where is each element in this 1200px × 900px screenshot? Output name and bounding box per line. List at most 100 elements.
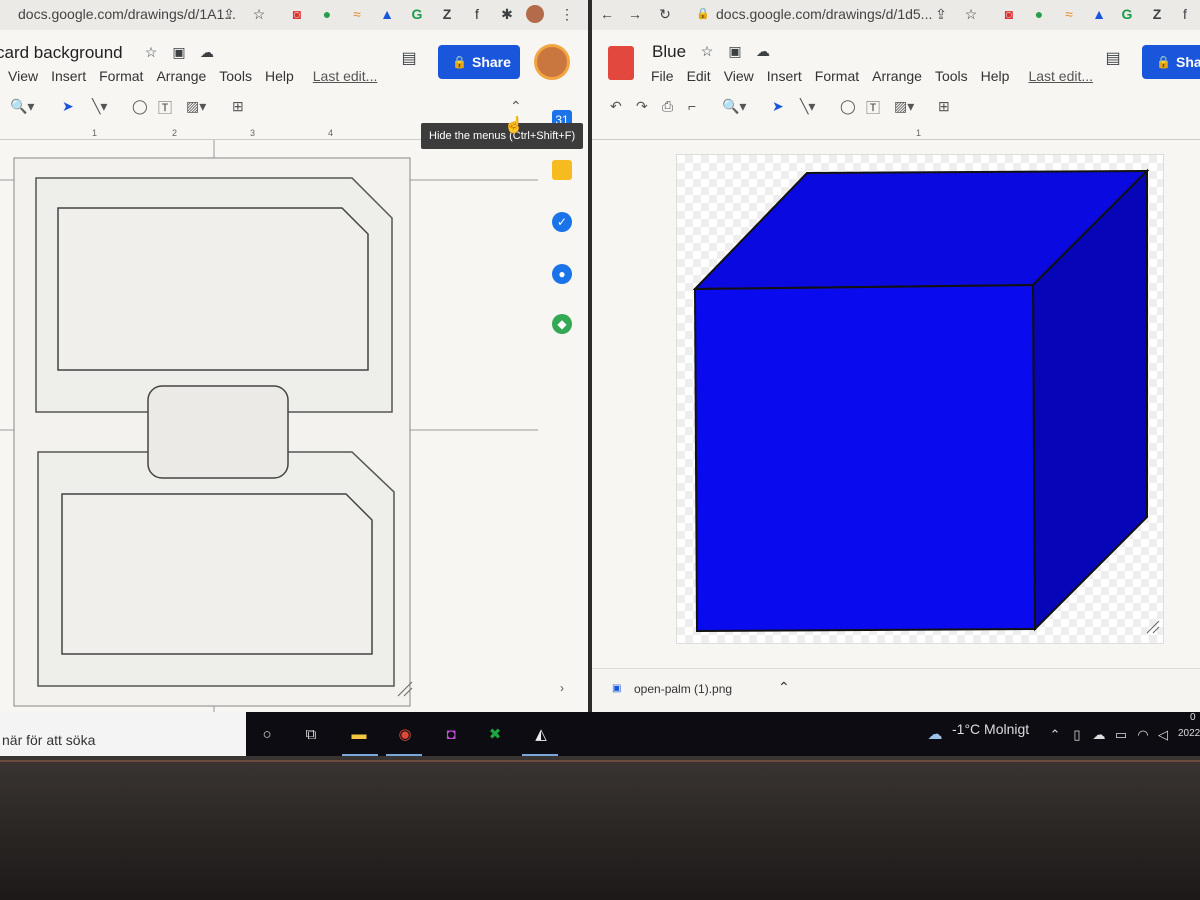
account-avatar[interactable] bbox=[534, 44, 570, 80]
menu-view[interactable]: View bbox=[8, 68, 38, 84]
weather-text[interactable]: -1°C Molnigt bbox=[952, 721, 1029, 737]
clock-time[interactable]: 0 bbox=[1190, 712, 1196, 723]
weather-cloud-icon[interactable]: ☁ bbox=[924, 724, 946, 746]
keep-icon[interactable] bbox=[552, 160, 572, 180]
zotero-icon[interactable]: Z bbox=[1148, 5, 1166, 23]
doc-title[interactable]: Blue bbox=[652, 42, 686, 62]
menu-edit[interactable]: Edit bbox=[687, 68, 711, 84]
share-button[interactable]: 🔒 Shar bbox=[1142, 45, 1200, 79]
menu-arrange[interactable]: Arrange bbox=[156, 68, 206, 84]
meet-now-icon[interactable]: ▯ bbox=[1066, 724, 1088, 746]
menu-format[interactable]: Format bbox=[815, 68, 859, 84]
shape-tool-icon[interactable]: ◯ bbox=[132, 98, 148, 115]
bookmark-star-icon[interactable]: ☆ bbox=[962, 5, 980, 23]
share-button[interactable]: 🔒 Share bbox=[438, 45, 520, 79]
contacts-icon[interactable]: ● bbox=[552, 264, 572, 284]
star-icon[interactable]: ☆ bbox=[698, 42, 716, 60]
cube-front-face[interactable] bbox=[693, 283, 1037, 633]
line-tool-icon[interactable]: ╲▾ bbox=[92, 98, 107, 115]
redo-icon[interactable]: ↷ bbox=[636, 98, 648, 115]
menu-view[interactable]: View bbox=[724, 68, 754, 84]
right-address-bar[interactable]: ← → ↻ 🔒 docs.google.com/drawings/d/1d5..… bbox=[592, 0, 1200, 30]
expand-panel-chevron-icon[interactable]: › bbox=[552, 678, 572, 698]
shape-tool-icon[interactable]: ◯ bbox=[840, 98, 856, 115]
browser-menu-icon[interactable]: ⋮ bbox=[558, 5, 576, 23]
facebook-icon[interactable]: f bbox=[468, 5, 486, 23]
grammarly-icon[interactable]: G bbox=[408, 5, 426, 23]
facebook-icon[interactable]: f bbox=[1176, 5, 1194, 23]
onedrive-icon[interactable]: ☁ bbox=[1088, 724, 1110, 746]
evernote-icon[interactable]: ● bbox=[318, 5, 336, 23]
move-folder-icon[interactable]: ▣ bbox=[726, 42, 744, 60]
select-tool-icon[interactable]: ➤ bbox=[772, 98, 784, 115]
drawings-logo-icon[interactable] bbox=[608, 46, 634, 80]
menu-arrange[interactable]: Arrange bbox=[872, 68, 922, 84]
file-explorer-icon[interactable]: ▬ bbox=[348, 724, 370, 746]
task-view-icon[interactable]: ⧉ bbox=[300, 724, 322, 746]
image-tool-icon[interactable]: ▨▾ bbox=[186, 98, 206, 115]
grammarly-icon[interactable]: G bbox=[1118, 5, 1136, 23]
menu-help[interactable]: Help bbox=[981, 68, 1010, 84]
menu-insert[interactable]: Insert bbox=[767, 68, 802, 84]
center-rounded-shape[interactable] bbox=[147, 385, 289, 479]
share-page-icon[interactable]: ⇪ bbox=[220, 5, 238, 23]
line-tool-icon[interactable]: ╲▾ bbox=[800, 98, 815, 115]
top-inner-shape[interactable] bbox=[57, 207, 369, 371]
undo-icon[interactable]: ↶ bbox=[610, 98, 622, 115]
move-folder-icon[interactable]: ▣ bbox=[170, 43, 188, 61]
pocket-icon[interactable]: ◙ bbox=[1000, 5, 1018, 23]
evernote-icon[interactable]: ● bbox=[1030, 5, 1048, 23]
add-comment-icon[interactable]: ⊞ bbox=[938, 98, 950, 115]
show-hidden-icons-icon[interactable]: ⌃ bbox=[1044, 724, 1066, 746]
rss-icon[interactable]: ≈ bbox=[1060, 5, 1078, 23]
last-edit-link[interactable]: Last edit... bbox=[313, 68, 378, 84]
menu-help[interactable]: Help bbox=[265, 68, 294, 84]
xbox-icon[interactable]: ✖ bbox=[484, 724, 506, 746]
profile-avatar-icon[interactable] bbox=[526, 5, 544, 23]
select-tool-icon[interactable]: ➤ bbox=[62, 98, 74, 115]
cortana-icon[interactable]: ○ bbox=[256, 724, 278, 746]
taskbar-search-box[interactable]: när för att söka bbox=[0, 712, 246, 758]
photo-app-icon[interactable]: ◭ bbox=[530, 724, 552, 746]
reload-icon[interactable]: ↻ bbox=[656, 5, 674, 23]
share-page-icon[interactable]: ⇪ bbox=[932, 5, 950, 23]
zoom-icon[interactable]: 🔍▾ bbox=[722, 98, 746, 115]
volume-icon[interactable]: ◁ bbox=[1152, 724, 1174, 746]
doc-title[interactable]: card background bbox=[0, 43, 123, 63]
hide-menus-chevron-icon[interactable]: ⌃ bbox=[510, 98, 522, 115]
rss-icon[interactable]: ≈ bbox=[348, 5, 366, 23]
back-icon[interactable]: ← bbox=[598, 5, 616, 23]
resize-handle-icon[interactable] bbox=[1146, 620, 1160, 634]
maps-icon[interactable]: ◆ bbox=[552, 314, 572, 334]
image-tool-icon[interactable]: ▨▾ bbox=[894, 98, 914, 115]
download-options-chevron-icon[interactable]: ⌃ bbox=[778, 679, 790, 696]
zoom-icon[interactable]: 🔍▾ bbox=[10, 98, 34, 115]
extensions-puzzle-icon[interactable]: ✱ bbox=[498, 5, 516, 23]
textbox-tool-icon[interactable]: 🅃 bbox=[866, 98, 880, 118]
paint-format-icon[interactable]: ⌐ bbox=[688, 98, 696, 114]
pocket-icon[interactable]: ◙ bbox=[288, 5, 306, 23]
comments-icon[interactable]: ▤ bbox=[1104, 50, 1122, 68]
clock-date[interactable]: 2022 bbox=[1178, 728, 1200, 739]
last-edit-link[interactable]: Last edit... bbox=[1028, 68, 1093, 84]
tasks-icon[interactable]: ✓ bbox=[552, 212, 572, 232]
wifi-icon[interactable]: ◠ bbox=[1132, 724, 1154, 746]
forward-icon[interactable]: → bbox=[626, 5, 644, 23]
chrome-icon[interactable]: ◉ bbox=[394, 724, 416, 746]
battery-icon[interactable]: ▭ bbox=[1110, 724, 1132, 746]
comments-icon[interactable]: ▤ bbox=[400, 50, 418, 68]
textbox-tool-icon[interactable]: 🅃 bbox=[158, 98, 172, 118]
download-filename[interactable]: open-palm (1).png bbox=[634, 682, 732, 696]
bottom-inner-shape[interactable] bbox=[61, 493, 373, 655]
extension-hat-icon[interactable]: ▲ bbox=[1090, 5, 1108, 23]
photos-app-icon[interactable]: ◘ bbox=[440, 724, 462, 746]
search-placeholder[interactable]: när för att söka bbox=[2, 732, 95, 748]
left-address-bar[interactable]: docs.google.com/drawings/d/1A1... ⇪ ☆ ◙ … bbox=[0, 0, 588, 30]
extension-hat-icon[interactable]: ▲ bbox=[378, 5, 396, 23]
right-url-text[interactable]: docs.google.com/drawings/d/1d5... bbox=[716, 6, 932, 22]
menu-tools[interactable]: Tools bbox=[219, 68, 252, 84]
blue-drawing-canvas[interactable] bbox=[676, 154, 1164, 644]
bookmark-star-icon[interactable]: ☆ bbox=[250, 5, 268, 23]
print-icon[interactable]: ⎙ bbox=[662, 98, 673, 115]
menu-file[interactable]: File bbox=[651, 68, 674, 84]
